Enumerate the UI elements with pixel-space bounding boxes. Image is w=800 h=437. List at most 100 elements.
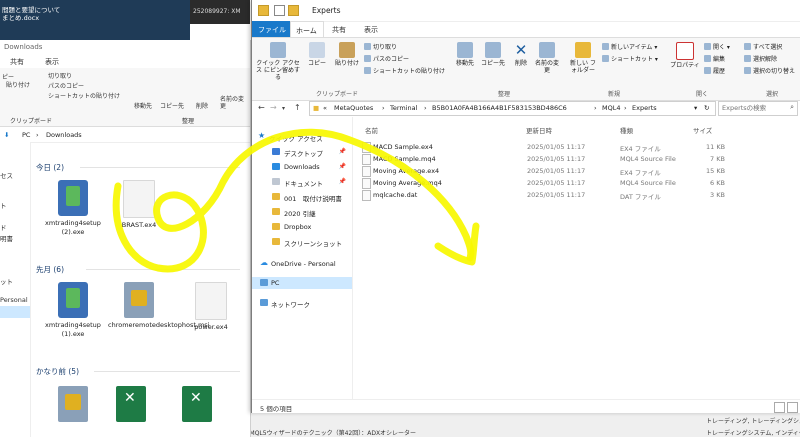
move-to-button[interactable]: 移動先 [134, 101, 152, 110]
experts-title-bar[interactable]: Experts [252, 0, 800, 22]
table-row[interactable]: mqlcache.dat 2025/01/05 11:17 DAT ファイル 3… [353, 189, 800, 201]
breadcrumb-experts[interactable]: Experts [632, 104, 657, 112]
file-tile[interactable]: chromeremotedesktophost.msi [108, 282, 209, 330]
tab-file[interactable]: ファイル [252, 21, 290, 37]
nav-item-manual[interactable]: 明書 [0, 233, 13, 243]
rename-button[interactable]: 名前の変更 [534, 42, 560, 74]
nav-item-network[interactable]: ネットワーク [252, 297, 352, 309]
breadcrumb-pc[interactable]: PC [22, 131, 30, 139]
new-item-dropdown[interactable]: 新しいアイテム ▾ [602, 42, 657, 51]
select-all-button[interactable]: すべて選択 [744, 42, 782, 51]
address-path-box[interactable]: ■ « MetaQuotes › Terminal › B5B01A0FA4B1… [309, 101, 716, 116]
nav-item-folder[interactable]: 2020 引継 [252, 206, 352, 218]
column-header-date[interactable]: 更新日時 [526, 125, 552, 135]
details-view-icon[interactable] [774, 402, 785, 413]
invert-selection-button[interactable]: 選択の切り替え [744, 66, 795, 75]
downloads-address-bar[interactable]: ⬇ PC › Downloads [0, 128, 250, 143]
copy-path-button[interactable]: パスのコピー [364, 54, 409, 63]
nav-item-documents[interactable]: ドキュメント 📌 [252, 176, 352, 188]
copy-to-button[interactable]: コピー先 [160, 101, 184, 110]
group-last-month[interactable]: 先月 (6) [36, 264, 64, 275]
address-dropdown-icon[interactable]: ▾ [694, 104, 697, 112]
file-tile[interactable]: power.ex4 [180, 282, 242, 332]
file-tile[interactable]: xmtrading4setup (1).exe [42, 282, 104, 339]
nav-item-pc[interactable]: PC [252, 277, 352, 289]
tab-view[interactable]: 表示 [364, 25, 378, 35]
nav-item-quick-access[interactable]: ★ クイック アクセス [252, 131, 352, 143]
tab-home[interactable]: ホーム [290, 21, 324, 38]
search-input[interactable] [719, 102, 782, 113]
paste-shortcut-button[interactable]: ショートカットの貼り付け [364, 66, 445, 75]
nav-item-desktop[interactable]: ト [0, 200, 7, 210]
nav-item-onedrive[interactable]: Personal [0, 296, 28, 304]
file-tile[interactable] [100, 386, 162, 425]
file-tile[interactable] [166, 386, 228, 425]
column-header-name[interactable]: 名前 [365, 125, 378, 135]
breadcrumb-overflow-icon[interactable]: « [323, 104, 327, 112]
new-folder-quick-icon[interactable] [288, 5, 299, 16]
breadcrumb-downloads[interactable]: Downloads [46, 131, 82, 139]
copy-button[interactable]: コピー [305, 42, 329, 67]
cut-button[interactable]: 切り取り [364, 42, 397, 51]
new-folder-button[interactable]: 新しい フォルダー [568, 42, 598, 74]
large-icons-view-icon[interactable] [787, 402, 798, 413]
paste-shortcut-button[interactable]: ショートカットの貼り付け [48, 91, 120, 100]
delete-button[interactable]: 削除 [196, 101, 208, 110]
table-row[interactable]: Moving Average.mq4 2025/01/05 11:17 MQL4… [353, 177, 800, 189]
shortcut-dropdown[interactable]: ショートカット ▾ [602, 54, 658, 63]
edit-button[interactable]: 編集 [704, 54, 725, 63]
column-header-size[interactable]: サイズ [693, 125, 712, 135]
nav-item-desktop[interactable]: デスクトップ 📌 [252, 146, 352, 158]
delete-button[interactable]: ✕ 削除 [510, 42, 532, 67]
desktop-document-label[interactable]: 間題と要望について まとめ.docx [2, 6, 62, 22]
recent-dropdown-icon[interactable]: ▾ [282, 105, 285, 112]
nav-item-quick-access[interactable]: セス [0, 170, 13, 180]
rename-button[interactable]: 名前の変更 [220, 96, 246, 110]
open-button[interactable]: 開く ▾ [704, 42, 730, 51]
table-row[interactable]: MACD Sample.ex4 2025/01/05 11:17 EX4 ファイ… [353, 141, 800, 153]
select-none-button[interactable]: 選択解除 [744, 54, 777, 63]
up-arrow-icon[interactable]: ⬇ [4, 131, 9, 139]
breadcrumb-terminal[interactable]: Terminal [390, 104, 417, 112]
group-today[interactable]: 今日 (2) [36, 162, 64, 173]
refresh-icon[interactable]: ↻ [704, 104, 709, 112]
xm-window-strip[interactable]: 252089927: XM [190, 0, 250, 24]
nav-item-screenshots[interactable]: スクリーンショット [252, 236, 352, 248]
nav-item-downloads[interactable]: Downloads 📌 [252, 161, 352, 173]
nav-item-dropbox[interactable]: Dropbox [252, 221, 352, 233]
nav-item-documents[interactable]: ド [0, 222, 7, 232]
back-arrow-icon[interactable]: ← [258, 103, 265, 112]
file-tile[interactable]: BRAST.ex4 [108, 180, 170, 230]
table-row[interactable]: Moving Average.ex4 2025/01/05 11:17 EX4 … [353, 165, 800, 177]
search-box[interactable]: ⌕ [718, 101, 798, 116]
column-header-type[interactable]: 種類 [620, 125, 633, 135]
properties-quick-icon[interactable] [274, 5, 285, 16]
tab-share[interactable]: 共有 [10, 57, 24, 67]
history-button[interactable]: 履歴 [704, 66, 725, 75]
nav-item-pc-selected[interactable] [0, 306, 30, 318]
cloud-icon: ☁ [260, 258, 268, 267]
copy-to-button[interactable]: コピー先 [480, 42, 506, 67]
nav-item-onedrive[interactable]: ☁ OneDrive - Personal [252, 258, 352, 270]
properties-button[interactable]: プロパティ [670, 42, 700, 69]
breadcrumb-mql4[interactable]: MQL4 [602, 104, 620, 112]
group-long-ago[interactable]: かなり前 (5) [36, 366, 79, 377]
copy-button[interactable]: ピー [2, 72, 14, 81]
breadcrumb-terminal-id[interactable]: B5B01A0FA4B166A4B1F583153BD486C6 [432, 104, 567, 112]
cut-button[interactable]: 切り取り [48, 71, 72, 80]
forward-arrow-icon[interactable]: → [270, 103, 277, 112]
breadcrumb-metaquotes[interactable]: MetaQuotes [334, 104, 373, 112]
pin-quick-access-button[interactable]: クイック アクセス にピン留めする [254, 42, 302, 81]
paste-button[interactable]: 貼り付け [332, 42, 362, 67]
tab-view[interactable]: 表示 [45, 57, 59, 67]
table-row[interactable]: MACD Sample.mq4 2025/01/05 11:17 MQL4 So… [353, 153, 800, 165]
paste-button[interactable]: 貼り付け [6, 80, 30, 89]
nav-item-folder[interactable]: 001 取付け説明書 [252, 191, 352, 203]
move-to-button[interactable]: 移動先 [452, 42, 478, 67]
copy-path-button[interactable]: パスのコピー [48, 81, 84, 90]
up-arrow-icon[interactable]: ↑ [294, 103, 301, 112]
file-tile[interactable]: xmtrading4setup (2).exe [42, 180, 104, 237]
file-tile[interactable] [42, 386, 104, 425]
tab-share[interactable]: 共有 [332, 25, 346, 35]
nav-item-screenshot[interactable]: ット [0, 276, 13, 286]
